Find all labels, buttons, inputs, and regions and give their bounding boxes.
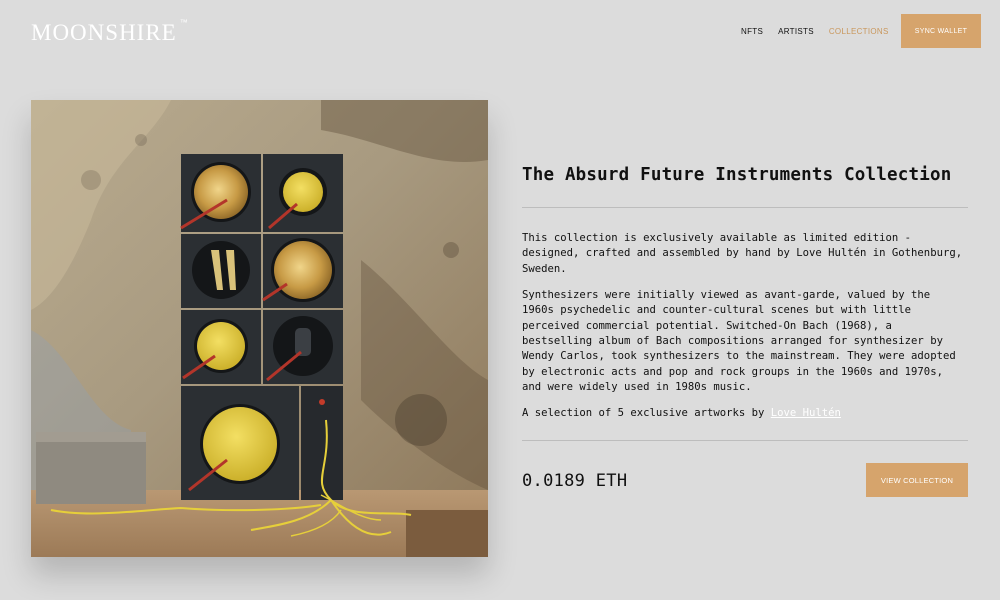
nav-item-nfts[interactable]: NFTS [741, 27, 763, 36]
collection-artwork-image [31, 100, 488, 557]
nav-item-collections[interactable]: COLLECTIONS [829, 27, 889, 36]
logo-text: MOONSHIRE [31, 20, 177, 45]
trademark-mark: ™ [179, 18, 189, 27]
site-logo[interactable]: MOONSHIRE ™ [31, 18, 189, 46]
description-paragraph: This collection is exclusively available… [522, 232, 963, 275]
main-nav: NFTS ARTISTS COLLECTIONS [741, 27, 904, 36]
nav-item-artists[interactable]: ARTISTS [778, 27, 814, 36]
selection-text: A selection of 5 exclusive artworks by [522, 407, 765, 420]
collection-description: This collection is exclusively available… [522, 231, 968, 432]
view-collection-button[interactable]: VIEW COLLECTION [866, 463, 968, 497]
divider [522, 207, 968, 208]
artist-link[interactable]: Love Hultén [771, 407, 841, 419]
sync-wallet-button[interactable]: SYNC WALLET [901, 14, 981, 48]
collection-title: The Absurd Future Instruments Collection [522, 165, 952, 185]
collection-price: 0.0189 ETH [522, 471, 628, 491]
divider [522, 440, 968, 441]
selection-line: A selection of 5 exclusive artworks by L… [522, 406, 968, 421]
description-paragraph: Synthesizers were initially viewed as av… [522, 288, 956, 394]
